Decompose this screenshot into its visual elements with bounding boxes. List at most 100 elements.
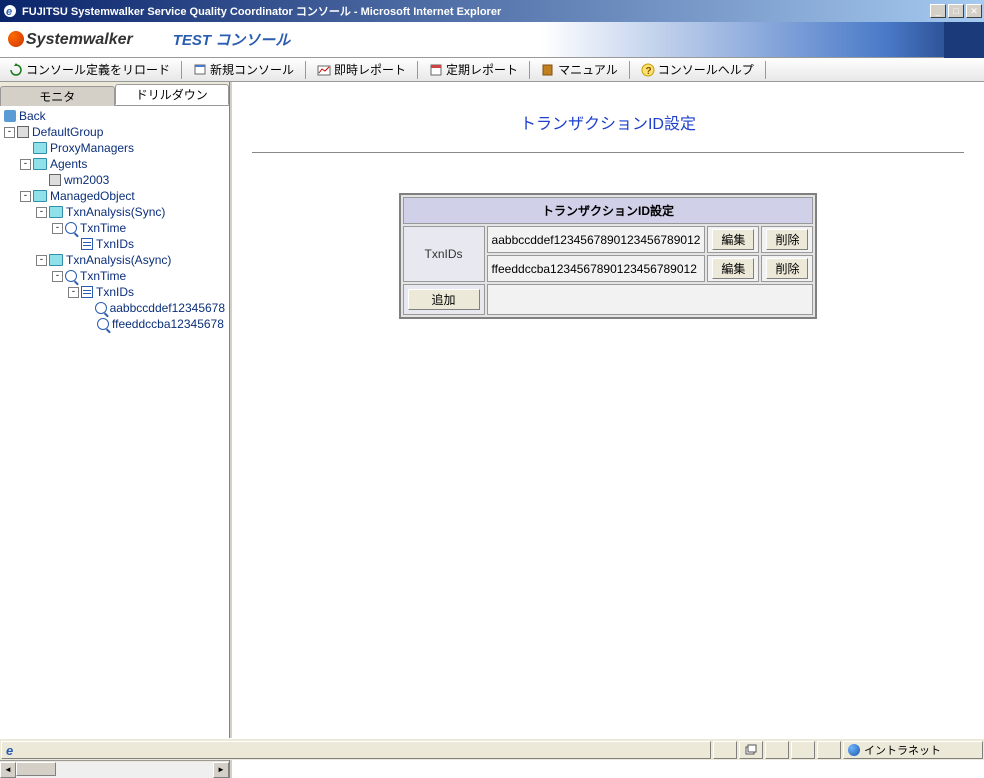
status-zone: イントラネット bbox=[843, 741, 983, 759]
help-icon: ? bbox=[641, 63, 655, 77]
delete-button[interactable]: 削除 bbox=[766, 258, 808, 279]
help-label: コンソールヘルプ bbox=[658, 61, 754, 78]
divider bbox=[252, 152, 964, 153]
collapse-icon[interactable]: - bbox=[4, 127, 15, 138]
status-cell bbox=[765, 741, 789, 759]
list-icon bbox=[81, 286, 93, 298]
toolbar: コンソール定義をリロード 新規コンソール 即時レポート 定期レポート マニュアル… bbox=[0, 58, 984, 82]
tree-label: ManagedObject bbox=[50, 189, 135, 203]
ie-small-icon bbox=[6, 743, 20, 757]
edit-button[interactable]: 編集 bbox=[712, 258, 754, 279]
help-button[interactable]: ?コンソールヘルプ bbox=[634, 58, 761, 81]
window-maximize-button[interactable]: □ bbox=[948, 4, 964, 18]
horizontal-scrollbar[interactable]: ◄ ► bbox=[0, 760, 229, 778]
periodic-report-button[interactable]: 定期レポート bbox=[422, 58, 525, 81]
tree-txn-analysis-async[interactable]: -TxnAnalysis(Async) bbox=[4, 252, 225, 268]
tree-id-1[interactable]: aabbccddef12345678 bbox=[4, 300, 225, 316]
svg-text:e: e bbox=[6, 6, 12, 18]
popup-icon bbox=[745, 744, 757, 756]
tree-back-label: Back bbox=[19, 109, 46, 123]
brand-bar: Systemwalker TEST コンソール bbox=[0, 22, 984, 58]
toolbar-separator bbox=[181, 61, 182, 79]
new-console-button[interactable]: 新規コンソール bbox=[186, 58, 301, 81]
collapse-icon[interactable]: - bbox=[68, 287, 79, 298]
tree-label: TxnTime bbox=[80, 221, 126, 235]
tab-drilldown[interactable]: ドリルダウン bbox=[115, 84, 230, 105]
folder-icon bbox=[33, 142, 47, 154]
scroll-right-button[interactable]: ► bbox=[213, 762, 229, 778]
instant-report-label: 即時レポート bbox=[334, 61, 406, 78]
magnifier-icon bbox=[95, 302, 107, 314]
status-zone-label: イントラネット bbox=[864, 742, 941, 758]
scroll-thumb[interactable] bbox=[16, 762, 56, 776]
reload-label: コンソール定義をリロード bbox=[26, 61, 170, 78]
status-cell bbox=[791, 741, 815, 759]
host-icon bbox=[49, 174, 61, 186]
instant-report-button[interactable]: 即時レポート bbox=[310, 58, 413, 81]
tree-label: Agents bbox=[50, 157, 87, 171]
toolbar-separator bbox=[629, 61, 630, 79]
globe-icon bbox=[8, 31, 24, 47]
brand-logo: Systemwalker bbox=[8, 31, 133, 49]
collapse-icon[interactable]: - bbox=[36, 207, 47, 218]
collapse-icon[interactable]: - bbox=[20, 191, 31, 202]
tree-label: TxnIDs bbox=[96, 285, 134, 299]
delete-button[interactable]: 削除 bbox=[766, 229, 808, 250]
side-panel: モニタ ドリルダウン Back -DefaultGroup ProxyManag… bbox=[0, 82, 230, 778]
tree-back[interactable]: Back bbox=[4, 108, 225, 124]
scroll-left-button[interactable]: ◄ bbox=[0, 762, 16, 778]
tree-label: aabbccddef12345678 bbox=[110, 301, 225, 315]
folder-icon bbox=[49, 206, 63, 218]
tree-wm2003[interactable]: wm2003 bbox=[4, 172, 225, 188]
tree-txn-ids-1[interactable]: TxnIDs bbox=[4, 236, 225, 252]
tree-default-group[interactable]: -DefaultGroup bbox=[4, 124, 225, 140]
collapse-icon[interactable]: - bbox=[36, 255, 47, 266]
magnifier-icon bbox=[65, 222, 77, 234]
tree-label: wm2003 bbox=[64, 173, 109, 187]
intranet-icon bbox=[848, 744, 860, 756]
new-console-icon bbox=[193, 63, 207, 77]
tree-txn-analysis-sync[interactable]: -TxnAnalysis(Sync) bbox=[4, 204, 225, 220]
collapse-icon[interactable]: - bbox=[52, 271, 63, 282]
txn-id-cell: aabbccddef1234567890123456789012 bbox=[487, 226, 706, 253]
tree-txn-ids-2[interactable]: - TxnIDs bbox=[4, 284, 225, 300]
empty-cell bbox=[487, 284, 814, 315]
collapse-icon[interactable]: - bbox=[20, 159, 31, 170]
status-main bbox=[1, 741, 711, 759]
folder-icon bbox=[49, 254, 63, 266]
txn-id-cell: ffeeddccba1234567890123456789012 bbox=[487, 255, 706, 282]
edit-cell: 編集 bbox=[707, 226, 759, 253]
tree-txn-time-1[interactable]: - TxnTime bbox=[4, 220, 225, 236]
reload-console-button[interactable]: コンソール定義をリロード bbox=[2, 58, 177, 81]
ie-icon: e bbox=[2, 3, 18, 19]
manual-icon bbox=[541, 63, 555, 77]
brand-logo-text: Systemwalker bbox=[26, 31, 133, 48]
status-popup-cell bbox=[739, 741, 763, 759]
tree-id-2[interactable]: ffeeddccba12345678 bbox=[4, 316, 225, 332]
delete-cell: 削除 bbox=[761, 226, 813, 253]
window-minimize-button[interactable]: _ bbox=[930, 4, 946, 18]
tree-agents[interactable]: - Agents bbox=[4, 156, 225, 172]
add-button[interactable]: 追加 bbox=[408, 289, 480, 310]
tree-label: TxnTime bbox=[80, 269, 126, 283]
new-console-label: 新規コンソール bbox=[210, 61, 294, 78]
magnifier-icon bbox=[65, 270, 77, 282]
delete-cell: 削除 bbox=[761, 255, 813, 282]
add-cell: 追加 bbox=[403, 284, 485, 315]
server-icon bbox=[17, 126, 29, 138]
window-title: FUJITSU Systemwalker Service Quality Coo… bbox=[22, 3, 930, 19]
tree-label: TxnIDs bbox=[96, 237, 134, 251]
collapse-icon[interactable]: - bbox=[52, 223, 63, 234]
label-txn-ids: TxnIDs bbox=[403, 226, 485, 282]
tree-managed-object[interactable]: - ManagedObject bbox=[4, 188, 225, 204]
edit-button[interactable]: 編集 bbox=[712, 229, 754, 250]
scroll-track[interactable] bbox=[16, 762, 213, 778]
window-close-button[interactable]: ✕ bbox=[966, 4, 982, 18]
tree-proxy-managers[interactable]: ProxyManagers bbox=[4, 140, 225, 156]
tab-monitor[interactable]: モニタ bbox=[0, 86, 115, 106]
tree-view[interactable]: Back -DefaultGroup ProxyManagers - Agents… bbox=[0, 106, 229, 760]
toolbar-separator bbox=[417, 61, 418, 79]
manual-button[interactable]: マニュアル bbox=[534, 58, 625, 81]
magnifier-icon bbox=[97, 318, 109, 330]
tree-txn-time-2[interactable]: - TxnTime bbox=[4, 268, 225, 284]
